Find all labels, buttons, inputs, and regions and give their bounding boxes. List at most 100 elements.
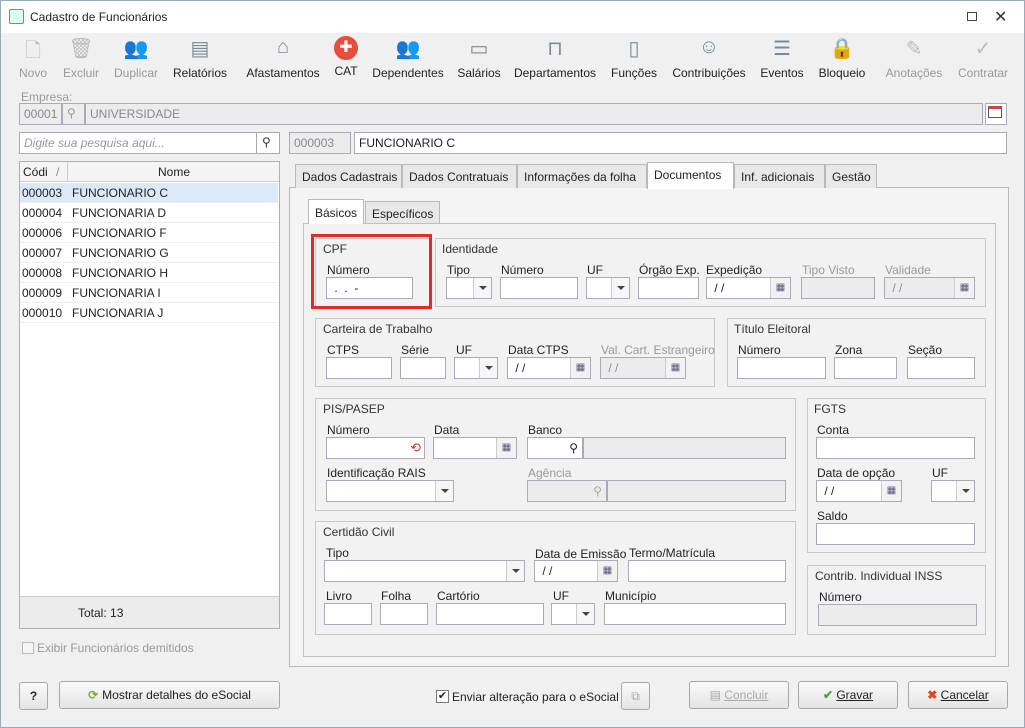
history-icon[interactable]: ⟲ <box>410 440 421 456</box>
tab-gest-o[interactable]: Gestão <box>825 164 877 188</box>
search-input[interactable]: Digite sua pesquisa aqui... <box>19 132 257 154</box>
search-icon: ⚲ <box>593 484 602 498</box>
row-code: 000006 <box>22 226 63 240</box>
pis-data-field[interactable]: ▦ <box>433 437 517 459</box>
toolbar-relatrios-button[interactable]: ▤ Relatórios <box>155 36 245 80</box>
identidade-tipo-combo[interactable] <box>446 277 492 299</box>
pis-rais-combo[interactable] <box>326 480 454 502</box>
pis-banco-field[interactable]: ⚲ <box>527 437 583 459</box>
window-title: Cadastro de Funcionários <box>30 10 168 24</box>
show-dismissed-label: Exibir Funcionários demitidos <box>37 641 194 655</box>
tab-informa-es-da-folha[interactable]: Informações da folha <box>517 164 647 188</box>
empresa-search-button[interactable]: ⚲ <box>62 103 85 125</box>
chevron-down-icon <box>611 278 629 298</box>
row-name: FUNCIONARIO G <box>72 246 169 260</box>
cancel-icon: ✖ <box>927 688 941 702</box>
esocial-details-button[interactable]: ⟳ Mostrar detalhes do eSocial <box>59 681 280 709</box>
column-code[interactable]: Códi <box>23 165 48 179</box>
empresa-panel-button[interactable] <box>985 103 1007 125</box>
certidao-termo-field[interactable] <box>628 560 786 582</box>
list-item[interactable]: 000010 FUNCIONARIA J <box>20 303 278 323</box>
gravar-button[interactable]: ✔ Gravar <box>798 681 898 709</box>
fgts-uf-label: UF <box>932 466 948 480</box>
inss-numero-field <box>818 604 977 626</box>
show-dismissed-checkbox[interactable] <box>22 642 34 654</box>
chevron-down-icon <box>479 358 497 378</box>
toolbar-contratar-button[interactable]: ✓ Contratar <box>938 36 1025 80</box>
list-item[interactable]: 000007 FUNCIONARIO G <box>20 243 278 263</box>
pis-rais-label: Identificação RAIS <box>327 466 426 480</box>
identidade-numero-field[interactable] <box>500 277 578 299</box>
identidade-expedicao-field[interactable]: / / ▦ <box>706 277 791 299</box>
tab-label: Inf. adicionais <box>741 170 815 184</box>
chevron-down-icon <box>473 278 491 298</box>
fgts-conta-field[interactable] <box>816 437 975 459</box>
certidao-municipio-field[interactable] <box>604 603 786 625</box>
list-item[interactable]: 000003 FUNCIONARIO C <box>20 183 278 203</box>
help-button[interactable]: ? <box>19 682 48 710</box>
calendar-icon[interactable]: ▦ <box>770 278 790 298</box>
list-item[interactable]: 000006 FUNCIONARIO F <box>20 223 278 243</box>
list-item[interactable]: 000004 FUNCIONARIA D <box>20 203 278 223</box>
calendar-icon[interactable]: ▦ <box>570 358 590 378</box>
row-code: 000010 <box>22 306 63 320</box>
titulo-secao-field[interactable] <box>907 357 975 379</box>
date-value: / / <box>539 564 553 578</box>
tab-inf-adicionais[interactable]: Inf. adicionais <box>734 164 825 188</box>
fgts-data-field[interactable]: / / ▦ <box>816 480 902 502</box>
toolbar-departamentos-button[interactable]: ⊓ Departamentos <box>510 36 600 80</box>
certidao-livro-field[interactable] <box>324 603 372 625</box>
concluir-button: ▤ Concluir <box>689 681 789 709</box>
titulo-numero-field[interactable] <box>737 357 826 379</box>
ctps-uf-combo[interactable] <box>454 357 498 379</box>
certidao-tipo-combo[interactable] <box>324 560 525 582</box>
subtab-especificos[interactable]: Específicos <box>365 201 441 223</box>
fgts-data-label: Data de opção <box>817 466 896 480</box>
certidao-emissao-field[interactable]: / / ▦ <box>534 560 618 582</box>
row-name: FUNCIONARIA J <box>72 306 164 320</box>
ctps-data-label: Data CTPS <box>508 343 569 357</box>
titulo-zona-field[interactable] <box>834 357 897 379</box>
fgts-saldo-field[interactable] <box>816 523 975 545</box>
identidade-uf-combo[interactable] <box>586 277 630 299</box>
row-name: FUNCIONARIO H <box>72 266 168 280</box>
certidao-folha-label: Folha <box>381 589 412 603</box>
certidao-cartorio-field[interactable] <box>436 603 544 625</box>
validade-field: / / ▦ <box>884 277 975 299</box>
restore-icon[interactable] <box>967 12 977 21</box>
tab-dados-contratuais[interactable]: Dados Contratuais <box>402 164 517 188</box>
empresa-name-field[interactable]: UNIVERSIDADE <box>85 103 983 125</box>
ctps-field[interactable] <box>326 357 392 379</box>
search-button[interactable]: ⚲ <box>256 132 280 154</box>
empresa-code-field[interactable]: 00001 <box>19 103 62 125</box>
search-icon[interactable]: ⚲ <box>569 441 578 455</box>
check-icon: ✔ <box>822 688 837 702</box>
certidao-folha-field[interactable] <box>380 603 428 625</box>
column-name[interactable]: Nome <box>158 165 190 179</box>
current-name-field[interactable]: FUNCIONARIO C <box>354 132 1007 154</box>
tab-label: Dados Contratuais <box>409 170 509 184</box>
help-label: ? <box>29 689 38 703</box>
identidade-orgao-field[interactable] <box>638 277 699 299</box>
tab-documentos[interactable]: Documentos <box>647 162 734 189</box>
tab-dados-cadastrais[interactable]: Dados Cadastrais <box>295 164 402 188</box>
fgts-uf-combo[interactable] <box>931 480 975 502</box>
calendar-icon[interactable]: ▦ <box>597 561 617 581</box>
pis-numero-field[interactable]: ⟲ <box>326 437 425 459</box>
cancelar-button[interactable]: ✖ Cancelar <box>908 681 1008 709</box>
send-esocial-checkbox[interactable]: ✔ <box>436 690 449 703</box>
chevron-down-icon <box>435 481 453 501</box>
subtab-basicos[interactable]: Básicos <box>308 199 365 224</box>
list-item[interactable]: 000009 FUNCIONARIA I <box>20 283 278 303</box>
row-name: FUNCIONARIO F <box>72 226 167 240</box>
search-icon: ⚲ <box>262 135 271 149</box>
close-icon[interactable]: ✕ <box>994 7 1007 27</box>
calendar-icon[interactable]: ▦ <box>881 481 901 501</box>
tab-label: Dados Cadastrais <box>302 170 398 184</box>
calendar-icon[interactable]: ▦ <box>496 438 516 458</box>
list-item[interactable]: 000008 FUNCIONARIO H <box>20 263 278 283</box>
ctps-serie-field[interactable] <box>400 357 446 379</box>
ctps-data-field[interactable]: / / ▦ <box>507 357 591 379</box>
certidao-uf-combo[interactable] <box>551 603 595 625</box>
esocial-icon: ⟳ <box>88 688 99 702</box>
